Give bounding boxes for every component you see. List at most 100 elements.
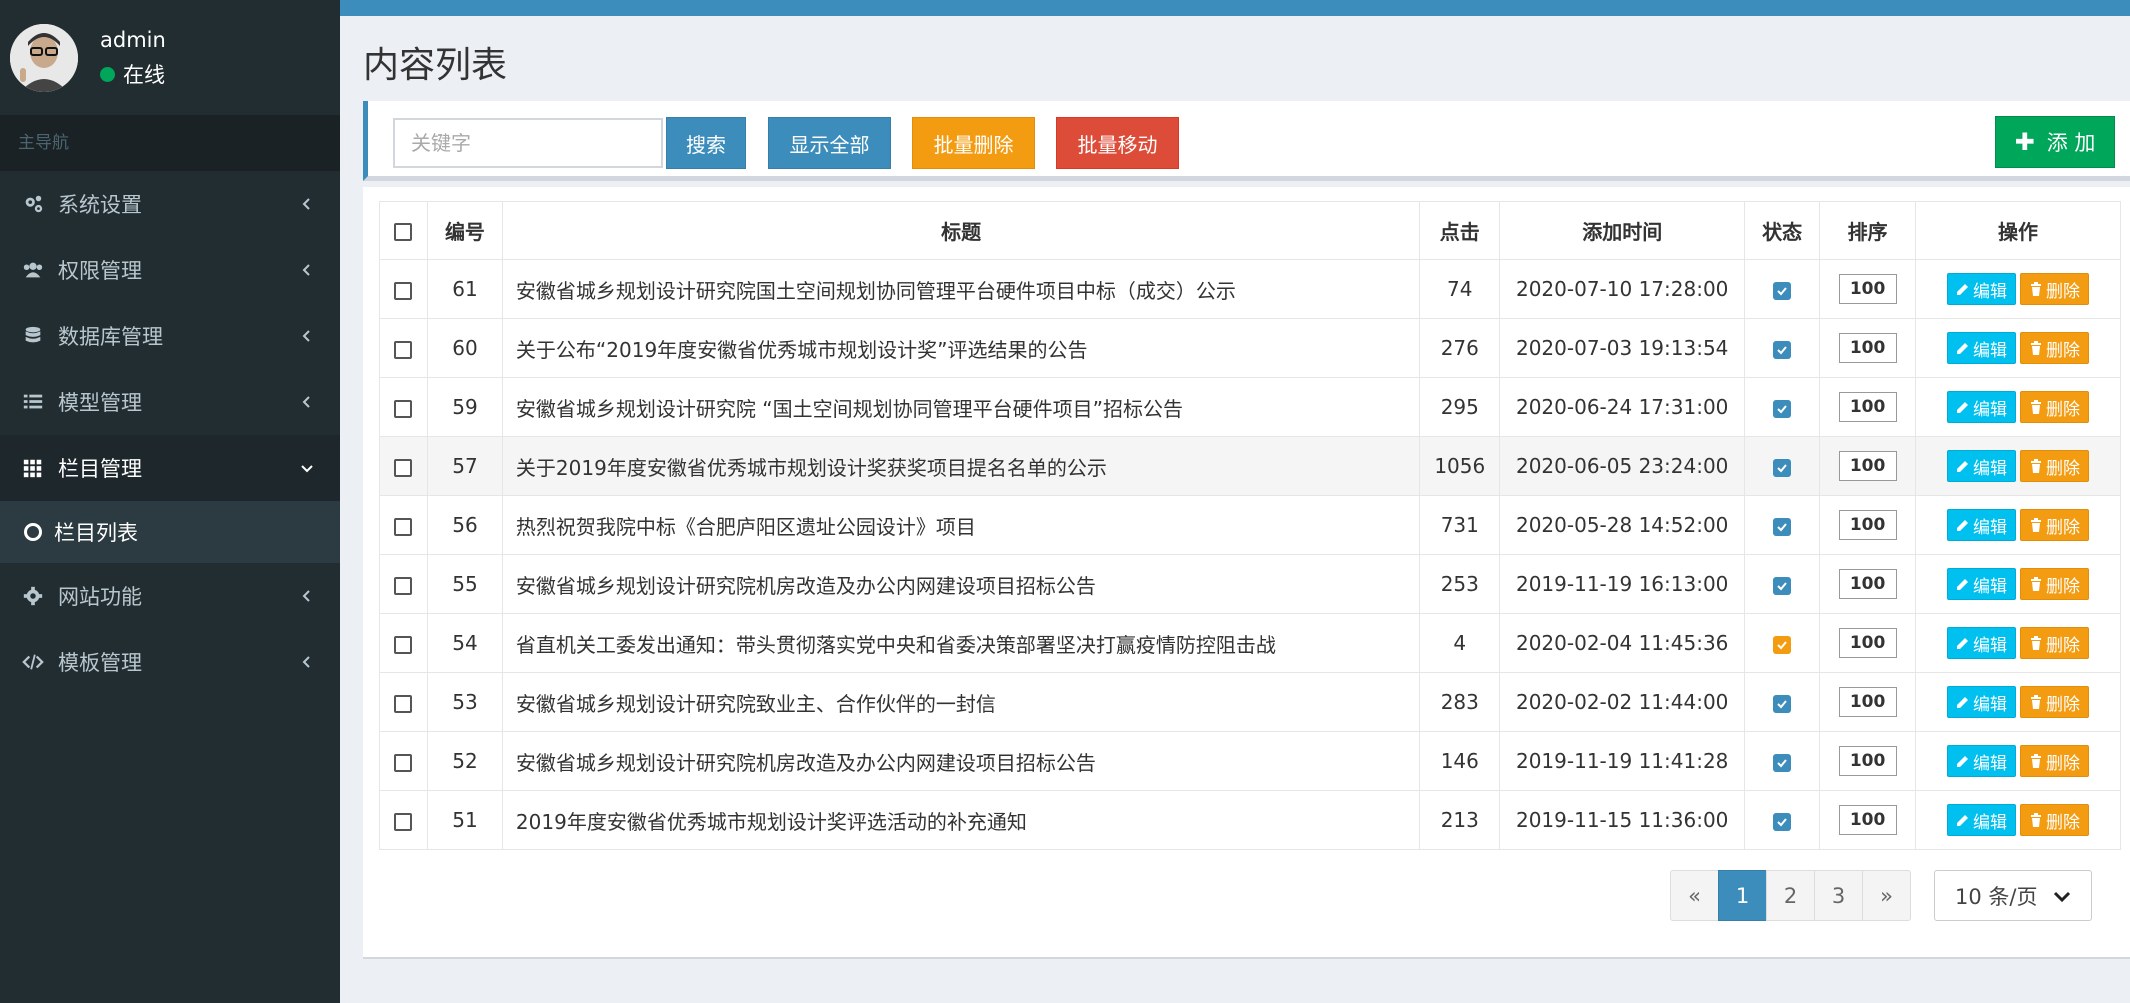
row-id: 53 [426, 672, 503, 732]
search-input[interactable] [393, 118, 663, 168]
row-checkbox[interactable] [394, 517, 413, 536]
sidebar-item-site-features[interactable]: 网站功能 [0, 563, 340, 629]
sort-input[interactable] [1838, 510, 1897, 540]
chevron-left-icon [300, 650, 314, 674]
row-time: 2020-02-02 11:44:00 [1499, 672, 1746, 732]
sidebar-item-database[interactable]: 数据库管理 [0, 303, 340, 369]
delete-button[interactable]: 删除 [2020, 804, 2090, 836]
show-all-button[interactable]: 显示全部 [768, 117, 891, 169]
status-check-icon[interactable] [1773, 399, 1792, 418]
edit-button[interactable]: 编辑 [1947, 332, 2017, 364]
status-check-icon[interactable] [1773, 340, 1792, 359]
row-clicks: 295 [1419, 377, 1501, 437]
delete-button[interactable]: 删除 [2020, 450, 2090, 482]
edit-label: 编辑 [1973, 753, 2008, 774]
row-select-cell [379, 790, 428, 850]
edit-icon [1957, 638, 1969, 649]
delete-button[interactable]: 删除 [2020, 273, 2090, 305]
edit-button[interactable]: 编辑 [1947, 391, 2017, 423]
row-checkbox[interactable] [394, 340, 413, 359]
sort-input[interactable] [1838, 628, 1897, 658]
edit-button[interactable]: 编辑 [1947, 686, 2017, 718]
page-next[interactable]: » [1862, 870, 1911, 921]
batch-delete-button[interactable]: 批量删除 [912, 117, 1035, 169]
status-check-icon[interactable] [1773, 517, 1792, 536]
row-checkbox[interactable] [394, 281, 413, 300]
edit-button[interactable]: 编辑 [1947, 627, 2017, 659]
row-checkbox[interactable] [394, 576, 413, 595]
table-row: 53 安徽省城乡规划设计研究院致业主、合作伙伴的一封信 283 2020-02-02 … [379, 672, 2121, 732]
list-icon [22, 391, 58, 413]
add-button[interactable]: ✚ 添 加 [1995, 116, 2115, 168]
sort-input[interactable] [1838, 451, 1897, 481]
delete-button[interactable]: 删除 [2020, 627, 2090, 659]
status-check-icon[interactable] [1773, 694, 1792, 713]
edit-button[interactable]: 编辑 [1947, 568, 2017, 600]
sidebar-subitem-column-list[interactable]: 栏目列表 [0, 501, 340, 563]
sort-input[interactable] [1838, 687, 1897, 717]
trash-icon [2031, 459, 2042, 473]
sidebar-item-templates[interactable]: 模板管理 [0, 629, 340, 695]
edit-button[interactable]: 编辑 [1947, 804, 2017, 836]
row-checkbox[interactable] [394, 753, 413, 772]
delete-button[interactable]: 删除 [2020, 745, 2090, 777]
sort-input[interactable] [1838, 569, 1897, 599]
edit-button[interactable]: 编辑 [1947, 273, 2017, 305]
sort-input[interactable] [1838, 274, 1897, 304]
page-size-select[interactable]: 10 条/页 [1934, 870, 2092, 921]
row-title[interactable]: 2019年度安徽省优秀城市规划设计奖评选活动的补充通知 [501, 790, 1421, 850]
sort-input[interactable] [1838, 805, 1897, 835]
select-all-checkbox[interactable] [394, 223, 413, 241]
delete-button[interactable]: 删除 [2020, 391, 2090, 423]
row-title[interactable]: 关于公布“2019年度安徽省优秀城市规划设计奖”评选结果的公告 [501, 318, 1421, 378]
row-title[interactable]: 安徽省城乡规划设计研究院机房改造及办公内网建设项目招标公告 [501, 731, 1421, 791]
row-title[interactable]: 安徽省城乡规划设计研究院致业主、合作伙伴的一封信 [501, 672, 1421, 732]
sort-input[interactable] [1838, 392, 1897, 422]
row-time: 2020-05-28 14:52:00 [1499, 495, 1746, 555]
delete-button[interactable]: 删除 [2020, 568, 2090, 600]
row-checkbox[interactable] [394, 694, 413, 713]
database-icon [22, 325, 58, 347]
edit-button[interactable]: 编辑 [1947, 509, 2017, 541]
user-panel: admin 在线 [0, 0, 340, 115]
sort-input[interactable] [1838, 333, 1897, 363]
row-checkbox[interactable] [394, 812, 413, 831]
sort-input[interactable] [1838, 746, 1897, 776]
row-title[interactable]: 热烈祝贺我院中标《合肥庐阳区遗址公园设计》项目 [501, 495, 1421, 555]
delete-label: 删除 [2046, 517, 2081, 538]
edit-button[interactable]: 编辑 [1947, 450, 2017, 482]
table-header-row: 编号 标题 点击 添加时间 状态 排序 操作 [379, 201, 2121, 260]
delete-button[interactable]: 删除 [2020, 686, 2090, 718]
status-check-icon[interactable] [1773, 281, 1792, 300]
status-check-icon[interactable] [1773, 753, 1792, 772]
row-title[interactable]: 关于2019年度安徽省优秀城市规划设计奖获奖项目提名名单的公示 [501, 436, 1421, 496]
row-checkbox[interactable] [394, 458, 413, 477]
page-prev[interactable]: « [1670, 870, 1719, 921]
row-clicks: 253 [1419, 554, 1501, 614]
row-title[interactable]: 安徽省城乡规划设计研究院 “国土空间规划协同管理平台硬件项目”招标公告 [501, 377, 1421, 437]
edit-label: 编辑 [1973, 281, 2008, 302]
status-check-icon[interactable] [1773, 635, 1792, 654]
row-checkbox[interactable] [394, 399, 413, 418]
status-check-icon[interactable] [1773, 458, 1792, 477]
sidebar-item-system-settings[interactable]: 系统设置 [0, 171, 340, 237]
status-check-icon[interactable] [1773, 812, 1792, 831]
sidebar-item-models[interactable]: 模型管理 [0, 369, 340, 435]
edit-button[interactable]: 编辑 [1947, 745, 2017, 777]
batch-move-button[interactable]: 批量移动 [1056, 117, 1179, 169]
page-2[interactable]: 2 [1766, 870, 1815, 921]
delete-button[interactable]: 删除 [2020, 332, 2090, 364]
row-title[interactable]: 省直机关工委发出通知：带头贯彻落实党中央和省委决策部署坚决打赢疫情防控阻击战 [501, 613, 1421, 673]
sidebar-item-permissions[interactable]: 权限管理 [0, 237, 340, 303]
avatar[interactable] [10, 23, 78, 92]
row-title[interactable]: 安徽省城乡规划设计研究院机房改造及办公内网建设项目招标公告 [501, 554, 1421, 614]
page-3[interactable]: 3 [1814, 870, 1863, 921]
page-1[interactable]: 1 [1718, 870, 1767, 921]
row-checkbox[interactable] [394, 635, 413, 654]
search-button[interactable]: 搜索 [666, 117, 746, 169]
sidebar-item-columns[interactable]: 栏目管理 [0, 435, 340, 501]
row-id: 57 [426, 436, 503, 496]
row-title[interactable]: 安徽省城乡规划设计研究院国土空间规划协同管理平台硬件项目中标（成交）公示 [501, 259, 1421, 319]
delete-button[interactable]: 删除 [2020, 509, 2090, 541]
status-check-icon[interactable] [1773, 576, 1792, 595]
